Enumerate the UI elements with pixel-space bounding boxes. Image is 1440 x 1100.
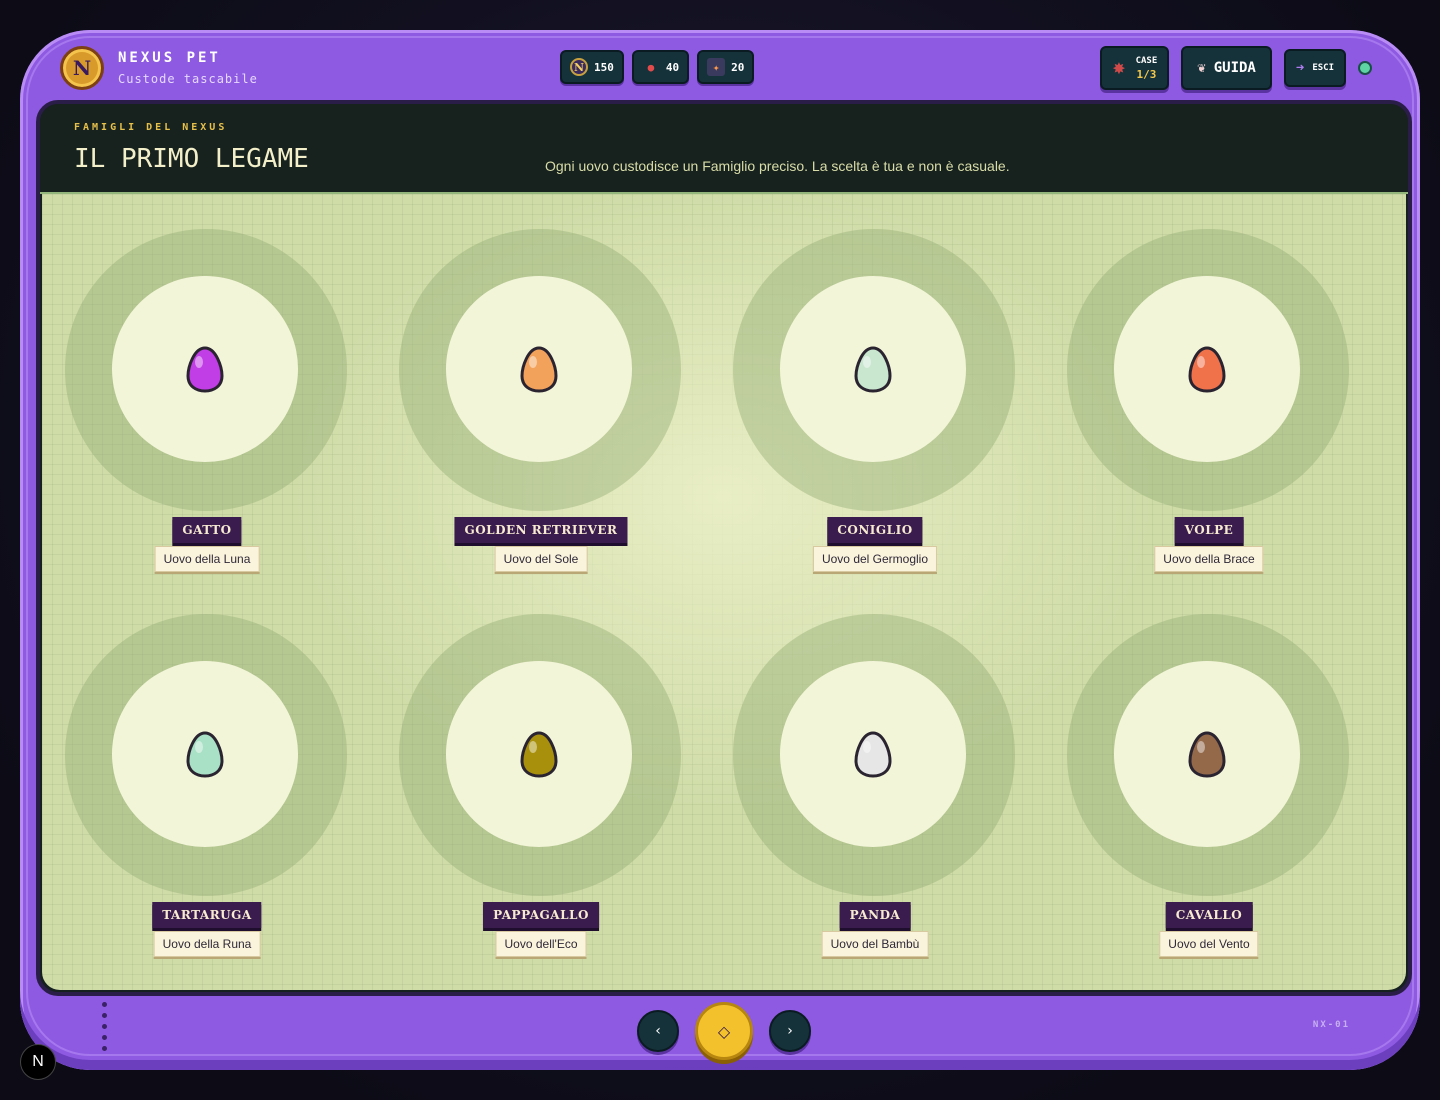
egg-name: CAVALLO <box>1165 902 1253 928</box>
egg-card[interactable]: PAPPAGALLO Uovo dell'Eco <box>376 579 706 959</box>
exit-label: ESCI <box>1312 63 1334 73</box>
device-footer: ‹ ◇ › NX-01 <box>20 1002 1420 1082</box>
nexus-coin-logo-icon: N <box>60 46 104 90</box>
egg-card[interactable]: GOLDEN RETRIEVER Uovo del Sole <box>376 194 706 574</box>
egg-card[interactable]: PANDA Uovo del Bambù <box>710 579 1040 959</box>
egg-pedestal <box>446 661 632 847</box>
game-screen: FAMIGLI DEL NEXUS IL PRIMO LEGAME Ogni u… <box>36 100 1412 996</box>
egg-pedestal <box>112 276 298 462</box>
egg-card[interactable]: CAVALLO Uovo del Vento <box>1044 579 1374 959</box>
egg-icon[interactable] <box>519 730 559 778</box>
potion-bag-icon: ● <box>647 60 655 74</box>
egg-pedestal <box>112 661 298 847</box>
egg-icon[interactable] <box>185 730 225 778</box>
egg-description: Uovo della Luna <box>154 546 260 572</box>
stat-loot: ✦ 20 <box>697 50 755 84</box>
speaker-dots-icon <box>102 1002 107 1051</box>
egg-field: GATTO Uovo della Luna GOLDEN RETRIEVER Uovo… <box>42 194 1406 990</box>
device-frame: N NEXUS PET Custode tascabile N 150 ● 40… <box>20 30 1420 1070</box>
confirm-button[interactable]: ◇ <box>695 1002 753 1060</box>
egg-name: VOLPE <box>1174 517 1244 543</box>
egg-name: TARTARUGA <box>152 902 262 928</box>
egg-card[interactable]: GATTO Uovo della Luna <box>42 194 372 574</box>
beetle-icon: ✸ <box>1112 58 1126 78</box>
egg-name: PANDA <box>839 902 911 928</box>
exit-door-icon: ➜ <box>1295 60 1305 76</box>
guide-button[interactable]: ❦ GUIDA <box>1181 46 1272 90</box>
egg-description: Uovo del Bambù <box>821 931 929 957</box>
case-button[interactable]: ✸ CASE 1/3 <box>1100 46 1170 90</box>
stat-potions: ● 40 <box>631 50 690 84</box>
egg-name: PAPPAGALLO <box>483 902 599 928</box>
status-led-icon <box>1358 61 1372 75</box>
egg-card[interactable]: TARTARUGA Uovo della Runa <box>42 579 372 959</box>
section-eyebrow: FAMIGLI DEL NEXUS <box>74 122 228 133</box>
egg-description: Uovo del Vento <box>1159 931 1259 957</box>
case-value: 1/3 <box>1136 68 1157 81</box>
case-label: CASE <box>1135 56 1158 66</box>
egg-icon[interactable] <box>1187 345 1227 393</box>
egg-pedestal <box>1114 661 1300 847</box>
screen-header: FAMIGLI DEL NEXUS IL PRIMO LEGAME Ogni u… <box>40 104 1408 194</box>
egg-icon[interactable] <box>519 345 559 393</box>
nav-controls: ‹ ◇ › <box>637 1002 811 1060</box>
page-subtitle: Ogni uovo custodisce un Famiglio preciso… <box>545 158 1010 174</box>
egg-pedestal <box>780 661 966 847</box>
guide-label: GUIDA <box>1213 60 1256 76</box>
egg-description: Uovo della Runa <box>153 931 261 957</box>
egg-grid: GATTO Uovo della Luna GOLDEN RETRIEVER Uovo… <box>42 194 1406 990</box>
page-title: IL PRIMO LEGAME <box>74 144 309 174</box>
next-button[interactable]: › <box>769 1010 811 1052</box>
stat-coins: N 150 <box>560 50 624 84</box>
nexus-coin-icon: N <box>570 58 588 76</box>
top-actions: ✸ CASE 1/3 ❦ GUIDA ➜ ESCI <box>1100 46 1372 90</box>
egg-pedestal <box>1114 276 1300 462</box>
egg-pedestal <box>446 276 632 462</box>
stat-value: 150 <box>594 60 614 74</box>
exit-button[interactable]: ➜ ESCI <box>1283 49 1346 87</box>
chevron-right-icon: › <box>787 1023 793 1039</box>
stat-value: 40 <box>665 60 680 74</box>
prev-button[interactable]: ‹ <box>637 1010 679 1052</box>
egg-icon[interactable] <box>185 345 225 393</box>
open-book-icon: ❦ <box>1197 60 1206 76</box>
egg-pedestal <box>780 276 966 462</box>
egg-name: GATTO <box>172 517 242 543</box>
brand: N NEXUS PET Custode tascabile <box>60 46 258 90</box>
egg-name: GOLDEN RETRIEVER <box>454 517 628 543</box>
diamond-icon: ◇ <box>717 1021 731 1041</box>
stat-value: 20 <box>731 60 745 74</box>
egg-icon[interactable] <box>1187 730 1227 778</box>
egg-icon[interactable] <box>853 730 893 778</box>
egg-card[interactable]: VOLPE Uovo della Brace <box>1044 194 1374 574</box>
brand-subtitle: Custode tascabile <box>118 72 258 86</box>
chevron-left-icon: ‹ <box>655 1023 661 1039</box>
egg-description: Uovo dell'Eco <box>495 931 587 957</box>
device-serial: NX-01 <box>1312 1020 1350 1030</box>
egg-name: CONIGLIO <box>827 517 923 543</box>
loot-box-icon: ✦ <box>707 58 726 76</box>
egg-description: Uovo della Brace <box>1154 546 1264 572</box>
egg-description: Uovo del Germoglio <box>812 546 938 572</box>
resource-stats: N 150 ● 40 ✦ 20 <box>560 50 755 84</box>
egg-icon[interactable] <box>853 345 893 393</box>
egg-description: Uovo del Sole <box>494 546 588 572</box>
corner-badge[interactable]: N <box>20 1044 56 1080</box>
brand-title: NEXUS PET <box>118 50 221 66</box>
egg-card[interactable]: CONIGLIO Uovo del Germoglio <box>710 194 1040 574</box>
